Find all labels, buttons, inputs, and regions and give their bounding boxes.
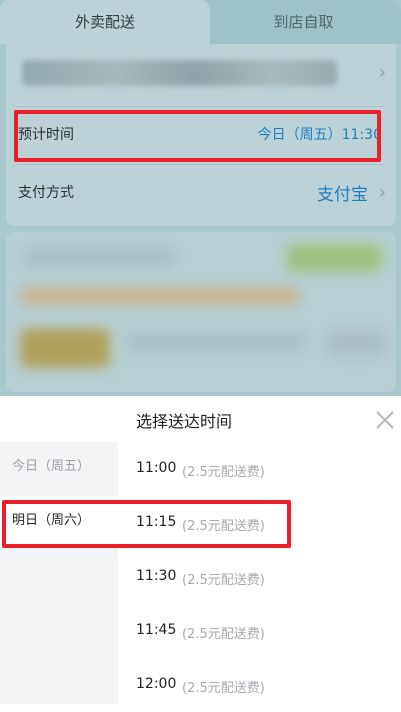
blur-block (326, 330, 386, 356)
divider (18, 106, 384, 107)
time-option[interactable]: 11:30 (2.5元配送费) (118, 550, 401, 604)
day-today[interactable]: 今日（周五） (0, 442, 118, 492)
order-tabs: 到店自取 外卖配送 (0, 0, 401, 44)
payment-row[interactable]: 支付方式 支付宝 › (6, 168, 396, 218)
time-option[interactable]: 11:00 (2.5元配送费) (118, 442, 401, 496)
chevron-right-icon: › (378, 182, 386, 203)
blur-block (20, 328, 110, 368)
time-option[interactable]: 11:45 (2.5元配送费) (118, 604, 401, 658)
time-value: 11:45 (136, 622, 177, 638)
address-blurred (22, 60, 337, 86)
delivery-fee: (2.5元配送费) (182, 681, 265, 696)
tomorrow-highlight-box (2, 500, 291, 548)
close-button[interactable] (367, 402, 401, 436)
tab-delivery[interactable]: 外卖配送 (0, 0, 210, 44)
delivery-time-sheet: 选择送达时间 今日（周五） 明日（周六） 11:00 (2.5元配送费) 11:… (0, 396, 401, 704)
tab-pickup[interactable]: 到店自取 (206, 0, 401, 44)
sheet-title: 选择送达时间 (136, 412, 233, 431)
product-card-blurred (6, 232, 396, 392)
delivery-fee: (2.5元配送费) (182, 627, 265, 642)
divider (18, 164, 384, 165)
time-value: 11:00 (136, 460, 177, 476)
sheet-header: 选择送达时间 (0, 396, 401, 442)
time-list: 11:00 (2.5元配送费) 11:15 (2.5元配送费) 11:30 (2… (118, 442, 401, 704)
delivery-fee: (2.5元配送费) (182, 465, 265, 480)
delivery-fee: (2.5元配送费) (182, 573, 265, 588)
close-icon (376, 411, 394, 429)
address-row[interactable]: › (6, 44, 396, 106)
order-page-overlay: 到店自取 外卖配送 › 预计时间 今日（周五）11:30 支付方式 支付宝 › (0, 0, 401, 396)
blur-block (24, 248, 174, 266)
blur-block (20, 288, 300, 304)
chevron-right-icon: › (378, 62, 386, 83)
day-list: 今日（周五） 明日（周六） (0, 442, 118, 704)
time-value: 12:00 (136, 676, 177, 692)
eta-highlight-box (14, 110, 381, 162)
blur-block (126, 334, 306, 350)
payment-label: 支付方式 (18, 185, 74, 201)
blur-block (286, 244, 382, 272)
time-value: 11:30 (136, 568, 177, 584)
payment-value: 支付宝 (317, 185, 368, 205)
